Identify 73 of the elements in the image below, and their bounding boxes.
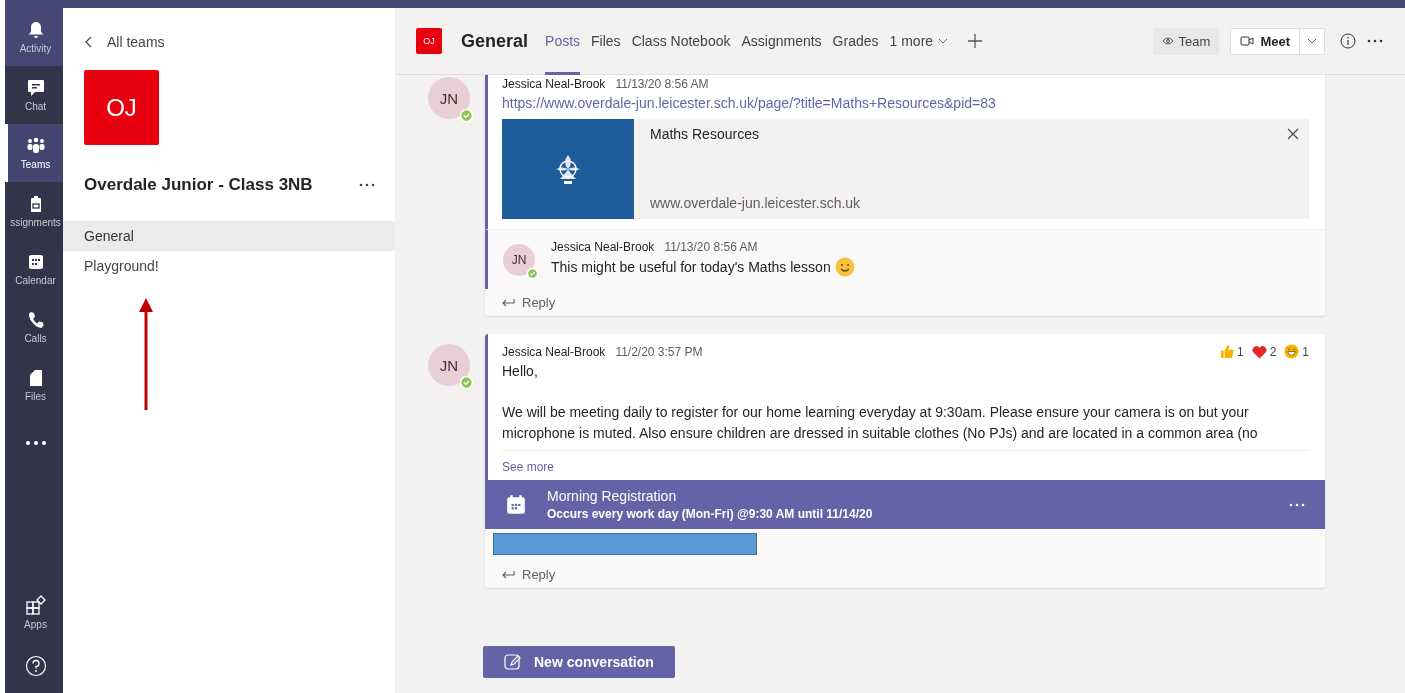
- preview-title: Maths Resources: [650, 126, 760, 142]
- team-button[interactable]: Team: [1152, 27, 1220, 55]
- close-icon[interactable]: [1287, 128, 1299, 140]
- channel-item[interactable]: Playground!: [63, 251, 395, 281]
- heart-icon: [1251, 344, 1267, 359]
- team-name: Overdale Junior - Class 3NB: [84, 175, 313, 195]
- message-text: We will be meeting daily to register for our home learning everyday at 9:30am. Please ensure your camera is on but your microphone is muted. Also ensure children are dressed in suitable clothes (No PJs) and are located in a common area (no: [502, 403, 1259, 443]
- tab[interactable]: Grades: [832, 7, 879, 75]
- more-icon[interactable]: [359, 183, 375, 187]
- more-icon[interactable]: [1367, 39, 1383, 43]
- rail-item[interactable]: Teams: [5, 124, 63, 182]
- more-tabs-dropdown[interactable]: 1 more: [889, 7, 949, 75]
- rail-item[interactable]: Calendar: [5, 240, 63, 298]
- status-available-icon: [460, 109, 473, 122]
- message-text: This might be useful for today's Maths lesson: [551, 259, 831, 275]
- team-logo: OJ: [416, 28, 442, 54]
- reply-button[interactable]: Reply: [501, 289, 556, 310]
- back-chevron-icon: [85, 36, 93, 48]
- status-available-icon: [527, 268, 538, 279]
- chat-icon: [25, 78, 46, 98]
- author-name: Jessica Neal-Brook: [551, 240, 655, 254]
- reaction[interactable]: 1: [1218, 344, 1244, 359]
- reply-button[interactable]: Reply: [501, 561, 556, 582]
- avatar: JN: [503, 244, 535, 276]
- message-text: Hello,: [502, 362, 539, 381]
- reaction[interactable]: 1: [1284, 344, 1309, 359]
- timestamp: 11/13/20 8:56 AM: [615, 77, 709, 91]
- author-name: Jessica Neal-Brook: [502, 77, 606, 91]
- tab[interactable]: Class Notebook: [631, 7, 731, 75]
- help-icon[interactable]: [24, 655, 47, 677]
- more-icon[interactable]: [24, 440, 47, 446]
- rail-item[interactable]: Activity: [5, 8, 63, 66]
- new-conversation-button[interactable]: New conversation: [483, 646, 675, 678]
- people-icon: [25, 136, 46, 156]
- rail-item[interactable]: Apps: [5, 585, 63, 639]
- timestamp: 11/13/20 8:56 AM: [664, 240, 758, 254]
- reply-arrow-icon: [501, 297, 515, 308]
- more-icon[interactable]: [1289, 502, 1305, 507]
- avatar: JN: [428, 344, 470, 386]
- rail-item[interactable]: Files: [5, 356, 63, 414]
- rail-item[interactable]: Calls: [5, 298, 63, 356]
- tab[interactable]: Files: [591, 7, 621, 75]
- compose-icon: [504, 653, 522, 671]
- apps-icon: [24, 594, 47, 616]
- meeting-banner[interactable]: Morning Registration Occurs every work day (Mon-Fri) @9:30 AM until 11/14/20: [485, 480, 1325, 529]
- smiley-icon: [834, 257, 855, 277]
- author-name: Jessica Neal-Brook: [502, 344, 606, 359]
- meeting-schedule: Occurs every work day (Mon-Fri) @9:30 AM until 11/14/20: [547, 507, 874, 521]
- info-icon[interactable]: [1340, 33, 1356, 49]
- add-tab-icon[interactable]: [967, 33, 984, 49]
- rail-item[interactable]: Chat: [5, 66, 63, 124]
- status-available-icon: [460, 376, 473, 389]
- laughing-face-icon: [1284, 344, 1300, 359]
- reaction[interactable]: 2: [1251, 344, 1277, 359]
- eye-icon: [1161, 37, 1174, 45]
- channel-item[interactable]: General: [63, 221, 395, 251]
- link-preview-card[interactable]: Maths Resources www.overdale-jun.leicester.sch.uk: [502, 119, 1309, 219]
- thumbs-up-icon: [1218, 344, 1234, 359]
- calendar-icon: [505, 493, 527, 516]
- timestamp: 11/2/20 3:57 PM: [615, 344, 703, 359]
- video-camera-icon: [1240, 36, 1255, 46]
- message-link[interactable]: https://www.overdale-jun.leicester.sch.uk/page/?title=Maths+Resources&pid=83: [502, 95, 1325, 111]
- avatar: JN: [428, 77, 470, 119]
- see-more-link[interactable]: See more: [502, 460, 555, 474]
- channel-title: General: [461, 30, 529, 52]
- back-link[interactable]: All teams: [85, 34, 395, 50]
- tab[interactable]: Assignments: [741, 7, 822, 75]
- team-logo: OJ: [84, 70, 159, 145]
- preview-url: www.overdale-jun.leicester.sch.uk: [650, 195, 861, 211]
- reply-arrow-icon: [501, 569, 515, 580]
- chevron-down-icon: [938, 38, 949, 44]
- rail-item[interactable]: ssignments: [5, 182, 63, 240]
- meeting-title: Morning Registration: [547, 488, 678, 504]
